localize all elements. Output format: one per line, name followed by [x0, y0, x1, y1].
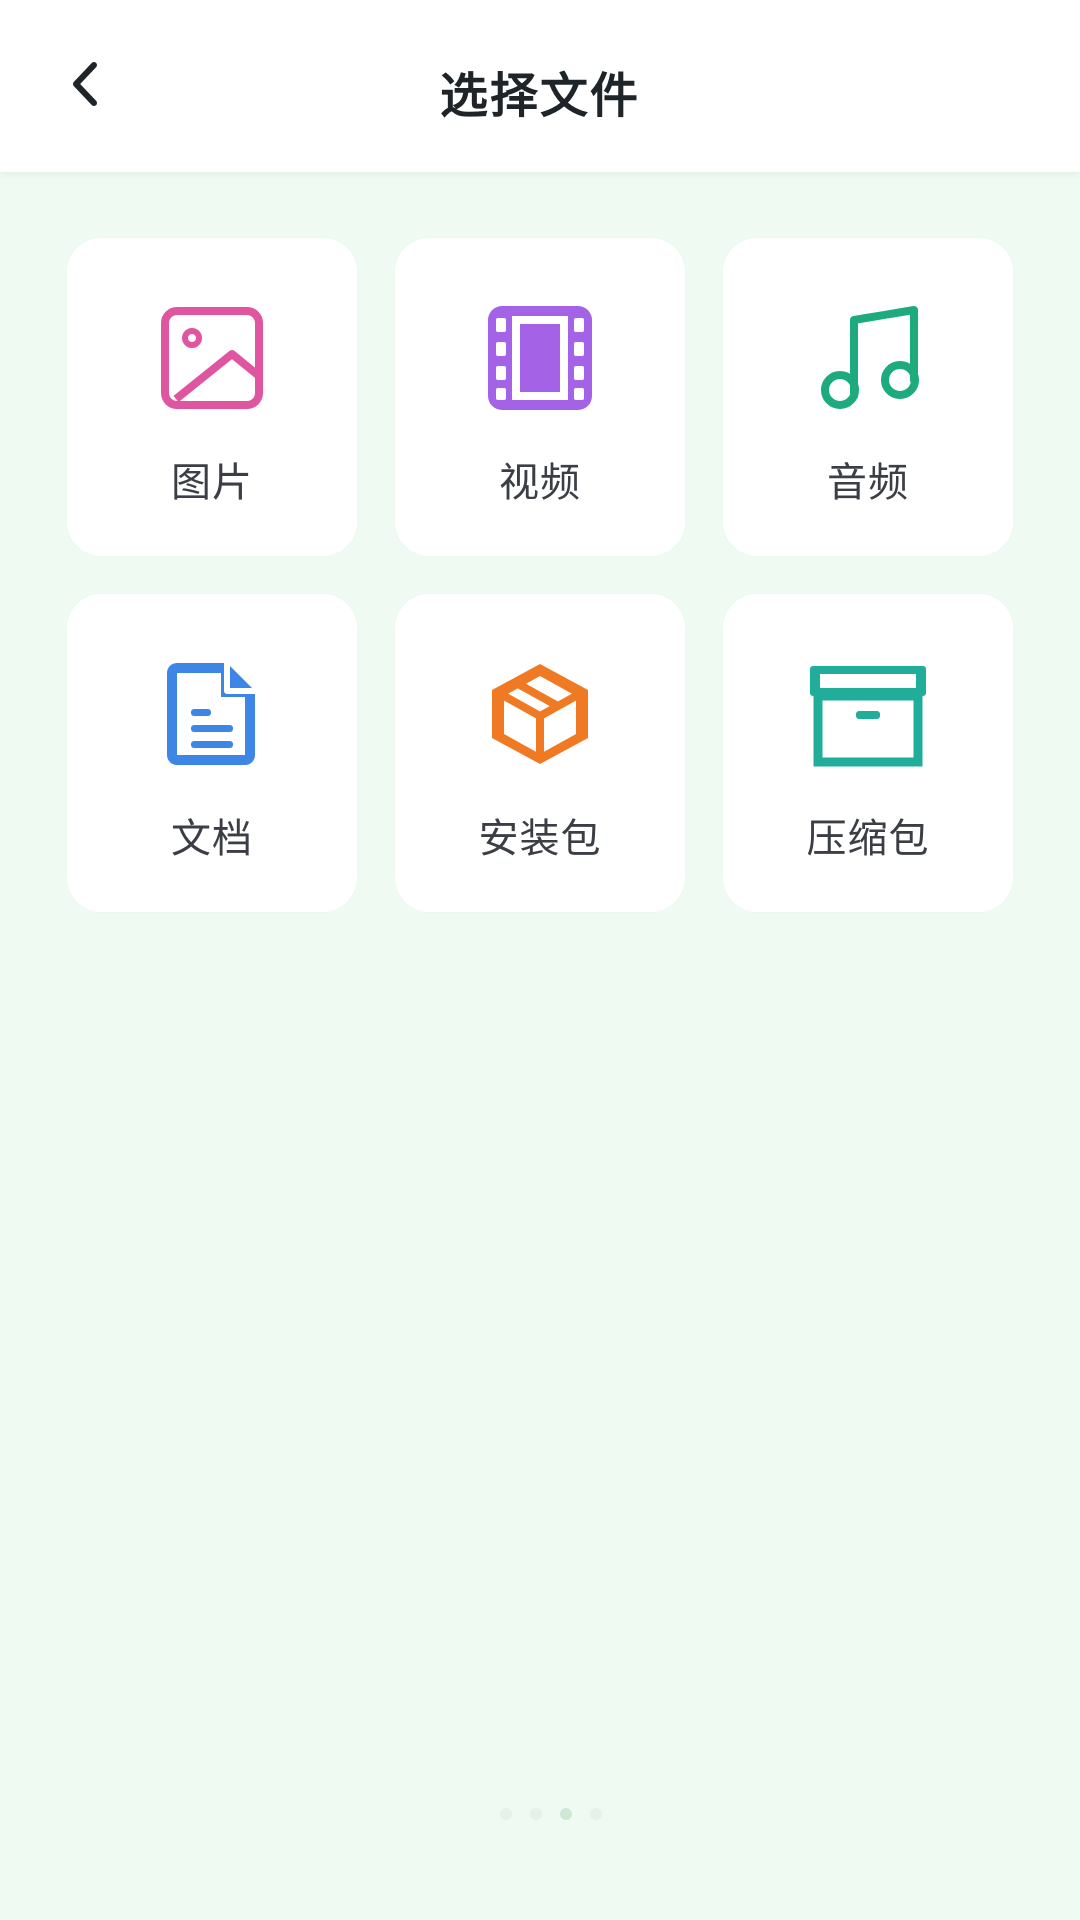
category-label: 视频: [499, 460, 581, 506]
category-tile-archives[interactable]: 压缩包: [723, 594, 1013, 912]
category-tile-install-packages[interactable]: 安装包: [395, 594, 685, 912]
category-label: 安装包: [478, 816, 602, 862]
category-label: 压缩包: [806, 816, 930, 862]
category-label: 图片: [171, 460, 253, 506]
category-tile-images[interactable]: 图片: [67, 238, 357, 556]
page-indicator-dot: [500, 1808, 512, 1820]
music-note-icon: [723, 298, 1013, 418]
image-icon: [67, 298, 357, 418]
document-icon: [67, 654, 357, 774]
select-file-screen: 选择文件 图片 视频 音频 文档 安装包 压缩包: [0, 0, 1080, 1920]
page-indicator: [500, 1808, 602, 1820]
page-indicator-dot: [530, 1808, 542, 1820]
file-category-grid: 图片 视频 音频 文档 安装包 压缩包: [67, 238, 1013, 912]
category-tile-documents[interactable]: 文档: [67, 594, 357, 912]
package-box-icon: [395, 654, 685, 774]
page-indicator-dot: [590, 1808, 602, 1820]
archive-box-icon: [723, 654, 1013, 774]
top-app-bar: 选择文件: [0, 0, 1080, 172]
category-label: 文档: [171, 816, 253, 862]
category-tile-audio[interactable]: 音频: [723, 238, 1013, 556]
category-label: 音频: [827, 460, 909, 506]
page-title: 选择文件: [439, 68, 640, 124]
page-indicator-dot-active: [560, 1808, 572, 1820]
category-tile-videos[interactable]: 视频: [395, 238, 685, 556]
film-icon: [395, 298, 685, 418]
